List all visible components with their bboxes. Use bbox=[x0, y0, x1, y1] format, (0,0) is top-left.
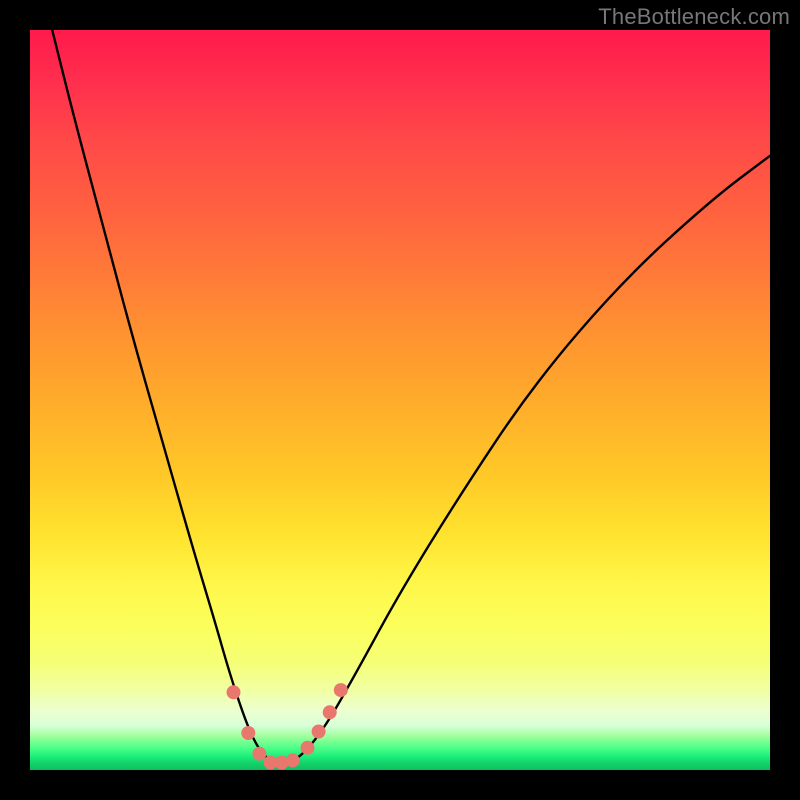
chart-svg bbox=[30, 30, 770, 770]
watermark-text: TheBottleneck.com bbox=[598, 4, 790, 30]
highlight-dot bbox=[241, 726, 255, 740]
highlight-dot bbox=[334, 683, 348, 697]
highlight-dot bbox=[301, 741, 315, 755]
highlight-dot bbox=[252, 747, 266, 761]
highlight-dot bbox=[227, 685, 241, 699]
highlight-dot bbox=[323, 705, 337, 719]
chart-frame: TheBottleneck.com bbox=[0, 0, 800, 800]
highlight-dot bbox=[286, 753, 300, 767]
highlight-dot bbox=[312, 725, 326, 739]
bottleneck-curve bbox=[52, 30, 770, 763]
highlight-dots bbox=[227, 683, 348, 770]
chart-plot-area bbox=[30, 30, 770, 770]
